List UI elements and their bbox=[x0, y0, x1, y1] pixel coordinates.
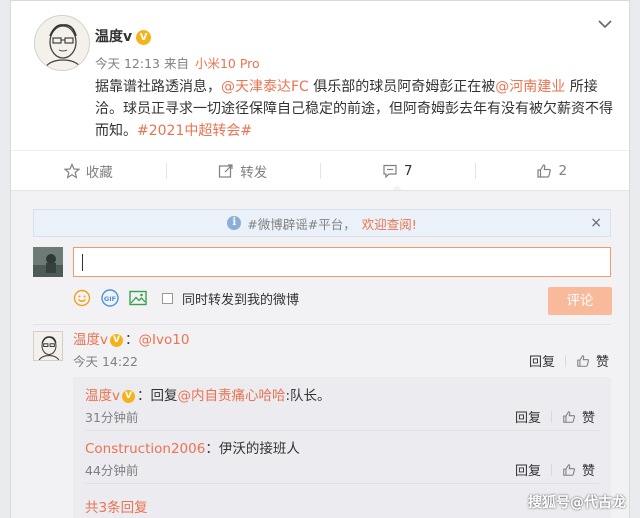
repost-option-label[interactable]: 同时转发到我的微博 bbox=[182, 289, 299, 308]
star-icon bbox=[63, 162, 80, 179]
reply-button[interactable]: 回复 bbox=[515, 460, 541, 479]
reply-author[interactable]: 温度v bbox=[85, 388, 120, 404]
divider bbox=[33, 324, 611, 325]
mention-link[interactable]: @天津泰达FC bbox=[221, 79, 309, 95]
divider bbox=[551, 410, 553, 423]
like-button[interactable]: 赞 bbox=[582, 407, 595, 426]
author-avatar[interactable] bbox=[34, 15, 90, 71]
chevron-down-icon[interactable] bbox=[596, 17, 614, 31]
post-meta: 今天 12:13 来自 小米10 Pro bbox=[95, 53, 260, 72]
thumbs-up-icon[interactable] bbox=[576, 354, 590, 368]
post-actions: 收藏 转发 7 2 bbox=[11, 150, 630, 191]
close-icon[interactable]: × bbox=[590, 215, 602, 231]
divider bbox=[85, 483, 599, 484]
gif-icon[interactable]: GIF bbox=[100, 289, 120, 307]
reply-button[interactable]: 回复 bbox=[515, 407, 541, 426]
reply-ops: 回复 赞 bbox=[515, 407, 595, 426]
comment-colon: ： bbox=[125, 332, 139, 348]
reply-prefix: 回复 bbox=[150, 388, 178, 404]
comment-input[interactable] bbox=[73, 247, 611, 277]
like-count: 2 bbox=[558, 162, 568, 179]
image-icon[interactable] bbox=[129, 290, 147, 306]
favorite-button[interactable]: 收藏 bbox=[11, 151, 166, 190]
reply-item: Construction2006：伊沃的接班人 bbox=[85, 437, 300, 457]
author-name-text[interactable]: 温度v bbox=[95, 29, 132, 45]
repost-label: 转发 bbox=[240, 164, 268, 181]
verified-badge-icon: V bbox=[136, 29, 152, 45]
emoji-icon[interactable] bbox=[73, 289, 91, 307]
like-button[interactable]: 2 bbox=[474, 151, 630, 190]
comment-count: 7 bbox=[403, 162, 413, 179]
author-name[interactable]: 温度v V bbox=[95, 26, 152, 46]
post-text: 据靠谱社路透消息，@天津泰达FC 俱乐部的球员阿奇姆彭正在被@河南建业 所接洽。… bbox=[95, 76, 613, 142]
mention-link[interactable]: @河南建业 bbox=[495, 79, 565, 95]
favorite-label: 收藏 bbox=[85, 164, 113, 181]
reply-colon: ： bbox=[205, 441, 219, 457]
reply-text: 伊沃的接班人 bbox=[218, 441, 300, 457]
comment-time: 今天 14:22 bbox=[73, 354, 138, 369]
info-icon: i bbox=[227, 216, 242, 230]
verified-badge-icon: V bbox=[110, 333, 123, 347]
composer-tools: GIF 同时转发到我的微博 bbox=[73, 287, 299, 309]
commenter-avatar[interactable] bbox=[33, 331, 63, 361]
reply-time: 44分钟前 bbox=[85, 463, 139, 478]
topic-link[interactable]: #2021中超转会# bbox=[137, 123, 252, 139]
post-text-part: 俱乐部的球员阿奇姆彭正在被 bbox=[308, 79, 496, 95]
notice-text: #微博辟谣#平台， bbox=[247, 216, 356, 232]
reply-author[interactable]: Construction2006 bbox=[85, 441, 205, 457]
repost-checkbox[interactable] bbox=[162, 292, 173, 304]
verified-badge-icon: V bbox=[122, 389, 135, 403]
svg-text:GIF: GIF bbox=[104, 295, 116, 303]
reply-colon: ： bbox=[137, 388, 151, 404]
comment-header: 温度v V ：@Ivo10 bbox=[73, 328, 189, 348]
rumor-notice-bar: i #微博辟谣#平台， 欢迎查阅! × bbox=[33, 209, 611, 237]
my-avatar[interactable] bbox=[33, 247, 63, 277]
reply-time: 31分钟前 bbox=[85, 410, 139, 425]
comment-icon bbox=[383, 164, 397, 178]
comment-section: i #微博辟谣#平台， 欢迎查阅! × GIF 同时转发到我的微博 评论 温度v… bbox=[11, 190, 629, 518]
text-caret bbox=[82, 254, 83, 271]
thumbs-up-icon[interactable] bbox=[562, 410, 576, 424]
comment-mention[interactable]: @Ivo10 bbox=[139, 332, 190, 348]
repost-icon bbox=[219, 163, 233, 178]
reply-button[interactable]: 回复 bbox=[529, 351, 555, 370]
comment-button[interactable]: 7 bbox=[320, 151, 475, 191]
reply-text: :队长。 bbox=[285, 388, 331, 404]
post-time[interactable]: 今天 12:13 来自 bbox=[95, 56, 189, 71]
repost-button[interactable]: 转发 bbox=[165, 151, 321, 190]
divider bbox=[565, 354, 567, 367]
comment-ops: 回复 赞 bbox=[529, 351, 609, 370]
like-button[interactable]: 赞 bbox=[582, 460, 595, 479]
like-button[interactable]: 赞 bbox=[596, 351, 609, 370]
reply-mention[interactable]: @内自责痛心哈哈 bbox=[178, 388, 286, 404]
reply-item: 温度v V ：回复@内自责痛心哈哈:队长。 bbox=[85, 384, 331, 404]
watermark: 搜狐号@代古龙 bbox=[528, 495, 626, 511]
divider bbox=[551, 463, 553, 476]
thumbs-up-icon bbox=[537, 163, 552, 178]
submit-comment-button[interactable]: 评论 bbox=[548, 287, 612, 315]
comment-author[interactable]: 温度v bbox=[73, 332, 108, 348]
thumbs-up-icon[interactable] bbox=[562, 463, 576, 477]
weibo-post-card: 温度v V 今天 12:13 来自 小米10 Pro 据靠谱社路透消息，@天津泰达F… bbox=[10, 0, 630, 518]
post-source[interactable]: 小米10 Pro bbox=[195, 56, 260, 71]
more-replies-link[interactable]: 共3条回复 bbox=[85, 496, 148, 516]
divider bbox=[85, 430, 599, 431]
notice-link[interactable]: 欢迎查阅! bbox=[362, 214, 417, 233]
post-text-part: 据靠谱社路透消息， bbox=[95, 79, 221, 95]
reply-ops: 回复 赞 bbox=[515, 460, 595, 479]
